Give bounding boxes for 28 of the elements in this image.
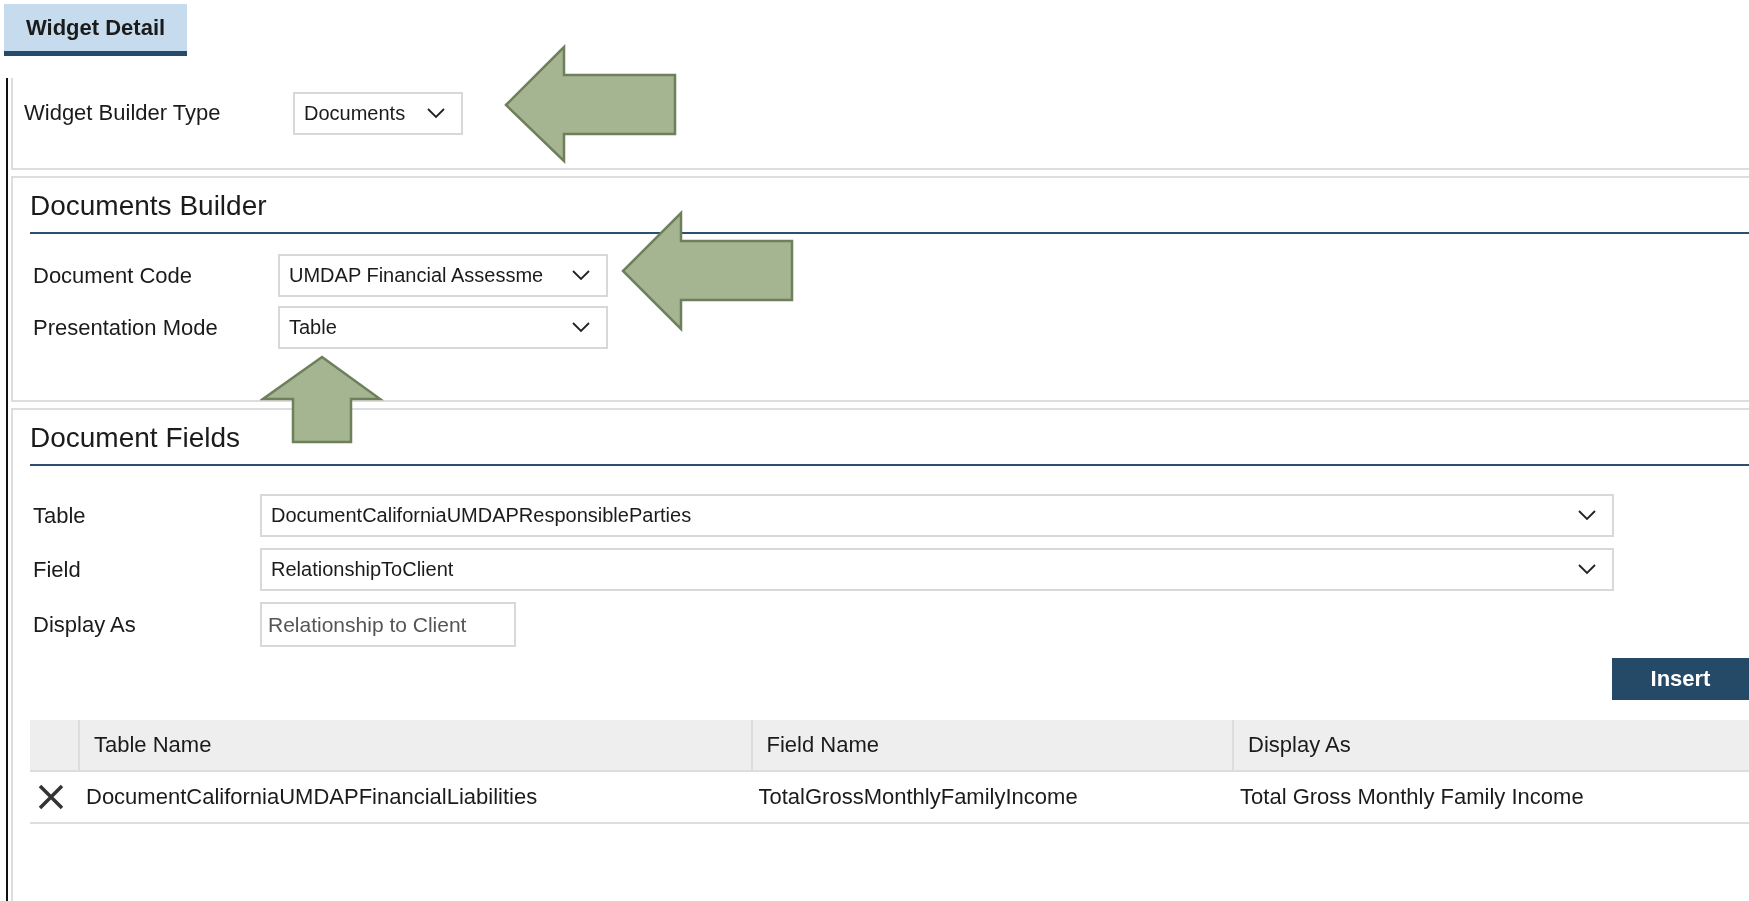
dropdown[interactable]: RelationshipToClient [260,548,1614,591]
chevron-icon [572,322,590,333]
insert-button[interactable]: Insert [1612,658,1749,700]
section-heading: Document Fields [30,422,242,455]
dropdown[interactable]: DocumentCaliforniaUMDAPResponsibleParties [260,494,1614,537]
input-field[interactable]: Relationship to Client [260,602,516,647]
field-label: Field [32,556,82,583]
dropdown[interactable]: UMDAP Financial Assessme [278,254,608,297]
tab[interactable]: Widget Detail [4,4,188,56]
field-label: Document Code [32,262,193,289]
column-header: Field Name [766,732,879,757]
section-heading: Documents Builder [30,190,268,223]
chevron-icon [1578,510,1596,521]
dropdown[interactable]: Table [278,306,608,349]
table-cell: DocumentCaliforniaUMDAPFinancialLiabilities [86,784,538,809]
column-header: Display As [1248,732,1351,757]
close-icon[interactable] [38,784,64,810]
field-label: Widget Builder Type [23,100,222,126]
table-cell: Total Gross Monthly Family Income [1240,784,1584,809]
dropdown[interactable]: Documents [293,91,463,135]
field-label: Presentation Mode [32,314,219,341]
chevron-icon [1578,564,1596,575]
column-header: Table Name [94,732,212,757]
field-label: Table [32,502,87,529]
chevron-icon [427,107,445,119]
field-label: Display As [32,611,137,638]
table-cell: TotalGrossMonthlyFamilyIncome [758,784,1078,809]
chevron-icon [572,270,590,281]
